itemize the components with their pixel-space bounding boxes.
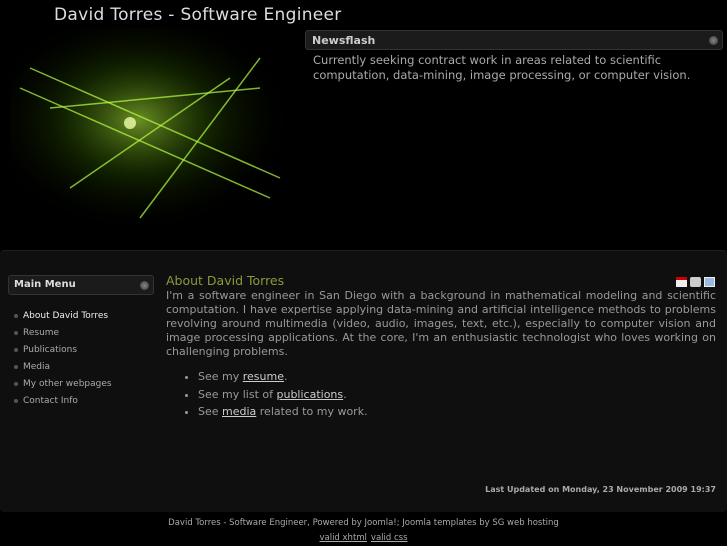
menu-item-publications[interactable]: Publications [14, 341, 112, 358]
bullet-icon [14, 313, 18, 318]
bullet-icon [14, 364, 18, 369]
menu-item-contact[interactable]: Contact Info [14, 392, 112, 409]
menu-item-label[interactable]: Resume [23, 328, 59, 338]
menu-item-label[interactable]: Publications [23, 345, 77, 355]
text: related to my work. [256, 405, 368, 418]
main-menu: About David Torres Resume Publications M… [14, 307, 112, 409]
newsflash-text: Currently seeking contract work in areas… [313, 53, 691, 82]
resume-link[interactable]: resume [243, 370, 284, 383]
main-panel: Main Menu About David Torres Resume Publ… [0, 250, 727, 512]
publications-link[interactable]: publications [277, 388, 344, 401]
list-item: See my list of publications. [198, 386, 716, 404]
footer: David Torres - Software Engineer, Powere… [0, 516, 727, 546]
menu-item-about[interactable]: About David Torres [14, 307, 112, 324]
bullet-icon [14, 347, 18, 352]
menu-item-resume[interactable]: Resume [14, 324, 112, 341]
menu-item-media[interactable]: Media [14, 358, 112, 375]
list-item: See media related to my work. [198, 403, 716, 421]
text: See [198, 405, 223, 418]
collapse-knob-icon[interactable] [140, 281, 149, 290]
article-title: About David Torres [166, 273, 285, 288]
footer-text: David Torres - Software Engineer, Powere… [168, 518, 559, 528]
newsflash-header: Newsflash [305, 30, 723, 50]
valid-xhtml-link[interactable]: valid xhtml [319, 533, 366, 543]
media-link[interactable]: media [222, 405, 256, 418]
article: About David Torres I'm a software engine… [166, 273, 716, 421]
article-links: See my resume. See my list of publicatio… [198, 368, 716, 421]
bullet-icon [14, 330, 18, 335]
article-body: I'm a software engineer in San Diego wit… [166, 289, 716, 358]
last-updated: Last Updated on Monday, 23 November 2009… [485, 485, 716, 494]
menu-item-label[interactable]: My other webpages [23, 379, 112, 389]
site-title: David Torres - Software Engineer [54, 5, 342, 25]
main-menu-header: Main Menu [8, 275, 154, 295]
bullet-icon [14, 398, 18, 403]
menu-item-label[interactable]: About David Torres [23, 311, 108, 321]
valid-css-link[interactable]: valid css [371, 533, 408, 543]
text: . [283, 370, 288, 383]
main-menu-title: Main Menu [14, 279, 76, 290]
text: See my [198, 370, 243, 383]
list-item: See my resume. [198, 368, 716, 386]
text: . [343, 387, 347, 401]
newsflash-title: Newsflash [312, 34, 376, 47]
menu-item-label[interactable]: Contact Info [23, 396, 78, 406]
menu-item-label[interactable]: Media [23, 362, 50, 372]
collapse-knob-icon[interactable] [709, 36, 718, 45]
text: See my list of [198, 387, 277, 401]
menu-item-other-webpages[interactable]: My other webpages [14, 375, 112, 392]
header-light-image [10, 28, 295, 233]
bullet-icon [14, 381, 18, 386]
